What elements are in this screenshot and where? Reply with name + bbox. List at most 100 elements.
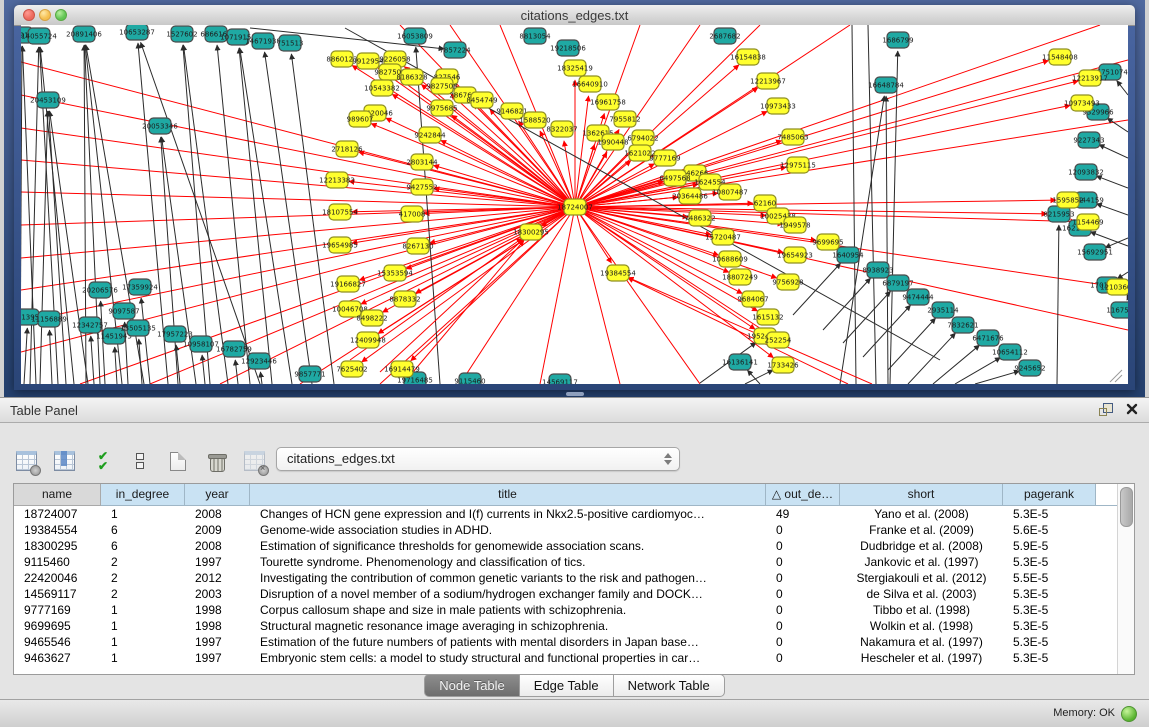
graph-node[interactable]: 16640910 <box>572 76 608 92</box>
table-select-dropdown[interactable]: citations_edges.txt <box>276 447 680 471</box>
graph-edge[interactable] <box>240 48 292 384</box>
graph-edge[interactable] <box>49 111 66 384</box>
tab-node-table[interactable]: Node Table <box>424 674 520 697</box>
graph-node[interactable]: 2935114 <box>927 302 959 318</box>
table-row[interactable]: 946362711997Embryonic stem cells: a mode… <box>14 650 1118 666</box>
graph-node[interactable]: 12975115 <box>780 157 816 173</box>
graph-node[interactable]: 7955812 <box>609 111 640 127</box>
graph-node[interactable]: 252254 <box>765 332 792 348</box>
table-scrollbar[interactable] <box>1117 484 1134 674</box>
graph-node[interactable]: 751513 <box>277 35 304 51</box>
graph-edge[interactable] <box>50 330 52 384</box>
graph-node[interactable]: 10653287 <box>119 25 155 40</box>
graph-node[interactable]: 7832621 <box>947 317 978 333</box>
graph-node[interactable]: 8186328 <box>396 69 427 85</box>
graph-node[interactable]: 1733426 <box>767 357 799 373</box>
graph-node[interactable]: 9245652 <box>1014 360 1045 376</box>
graph-node[interactable]: 2718126 <box>331 141 363 157</box>
graph-node[interactable]: 16961758 <box>590 94 626 110</box>
select-rows-button[interactable]: ✔✔ <box>90 449 114 473</box>
table-row[interactable]: 1938455462009Genome-wide association stu… <box>14 522 1118 538</box>
graph-edge[interactable] <box>575 25 1100 207</box>
graph-edge[interactable] <box>575 207 1076 222</box>
graph-edge[interactable] <box>1096 176 1128 188</box>
graph-node[interactable]: 9777169 <box>649 150 680 166</box>
graph-node[interactable]: 10543382 <box>364 80 400 96</box>
graph-node[interactable]: 7625402 <box>336 361 367 377</box>
graph-node[interactable]: 9097587 <box>108 303 139 319</box>
graph-edge[interactable] <box>239 48 272 384</box>
resize-grip-icon[interactable] <box>1110 370 1122 382</box>
graph-edge[interactable] <box>933 345 980 384</box>
table-settings-button[interactable] <box>14 449 38 473</box>
graph-node[interactable]: 10654112 <box>992 344 1028 360</box>
column-header-pagerank[interactable]: pagerank <box>1003 484 1096 506</box>
graph-edge[interactable] <box>823 278 871 330</box>
graph-edge[interactable] <box>202 355 205 384</box>
network-window-titlebar[interactable]: citations_edges.txt <box>14 5 1135 26</box>
column-header-title[interactable]: title <box>250 484 766 506</box>
graph-node[interactable]: 8267130 <box>402 238 433 254</box>
graph-edge[interactable] <box>91 336 94 384</box>
graph-node[interactable]: 16154838 <box>730 49 766 65</box>
graph-node[interactable]: 16136141 <box>722 354 758 370</box>
graph-edge[interactable] <box>575 207 742 293</box>
graph-node[interactable]: 9699695 <box>812 234 843 250</box>
graph-node[interactable]: 9474444 <box>902 289 934 305</box>
graph-node[interactable]: 9115460 <box>454 373 485 384</box>
column-header-in_degree[interactable]: in_degree <box>101 484 185 506</box>
graph-edge[interactable] <box>575 207 777 278</box>
graph-edge[interactable] <box>886 96 888 384</box>
graph-edge[interactable] <box>1127 298 1128 300</box>
graph-node[interactable]: 20206576 <box>82 282 118 298</box>
graph-edge[interactable] <box>575 200 1056 207</box>
graph-node[interactable]: 11548408 <box>1042 49 1078 65</box>
graph-node[interactable]: 8813054 <box>519 28 551 44</box>
graph-node[interactable]: 19166827 <box>330 276 366 292</box>
graph-edge[interactable] <box>975 371 1019 384</box>
graph-edge[interactable] <box>371 124 575 207</box>
graph-edge[interactable] <box>265 52 312 384</box>
graph-edge[interactable] <box>575 207 783 252</box>
graph-edge[interactable] <box>1117 81 1128 95</box>
graph-node[interactable]: 17359924 <box>122 279 158 295</box>
tab-network-table[interactable]: Network Table <box>614 674 725 697</box>
graph-edge[interactable] <box>235 360 238 384</box>
graph-edge[interactable] <box>21 46 22 384</box>
graph-node[interactable]: 12923446 <box>241 353 277 369</box>
column-header-name[interactable]: name <box>14 484 101 506</box>
graph-node[interactable]: 10688609 <box>712 251 748 267</box>
graph-edge[interactable] <box>161 137 178 384</box>
table-row[interactable]: 1872400712008Changes of HCN gene express… <box>14 506 1118 522</box>
graph-node[interactable]: 8498222 <box>356 310 387 326</box>
graph-node[interactable]: 14569117 <box>542 374 578 384</box>
graph-edge[interactable] <box>260 372 262 384</box>
graph-node[interactable]: 8454749 <box>466 92 497 108</box>
graph-node[interactable]: 12409948 <box>350 332 386 348</box>
graph-node[interactable]: 9857771 <box>294 366 325 382</box>
graph-edge[interactable] <box>406 207 575 269</box>
graph-node[interactable]: 8878332 <box>389 291 420 307</box>
graph-edge[interactable] <box>955 358 1000 384</box>
graph-node[interactable]: 19654985 <box>322 237 358 253</box>
graph-edge[interactable] <box>868 25 876 384</box>
table-row[interactable]: 969969511998Structural magnetic resonanc… <box>14 618 1118 634</box>
column-header-out_de[interactable]: △ out_de… <box>766 484 840 506</box>
graph-edge[interactable] <box>1117 272 1128 279</box>
graph-edge[interactable] <box>24 328 27 384</box>
panel-splitter-handle[interactable] <box>566 392 584 396</box>
graph-node[interactable]: 12213967 <box>750 73 786 89</box>
graph-edge[interactable] <box>40 111 48 384</box>
graph-node[interactable]: 9975685 <box>426 100 457 116</box>
table-row[interactable]: 977716911998Corpus callosum shape and si… <box>14 602 1118 618</box>
graph-node[interactable]: 18107554 <box>322 204 358 220</box>
delete-table-button[interactable] <box>204 449 228 473</box>
graph-node[interactable]: 6879197 <box>882 275 913 291</box>
graph-node[interactable]: 1949578 <box>779 217 810 233</box>
table-row[interactable]: 1456911722003Disruption of a novel membe… <box>14 586 1118 602</box>
graph-node[interactable]: 417008 <box>399 206 426 222</box>
graph-node[interactable]: 20891406 <box>66 26 102 42</box>
graph-node[interactable]: 12093832 <box>1068 164 1104 180</box>
graph-edge[interactable] <box>21 207 575 322</box>
graph-node[interactable]: 6794022 <box>627 130 658 146</box>
